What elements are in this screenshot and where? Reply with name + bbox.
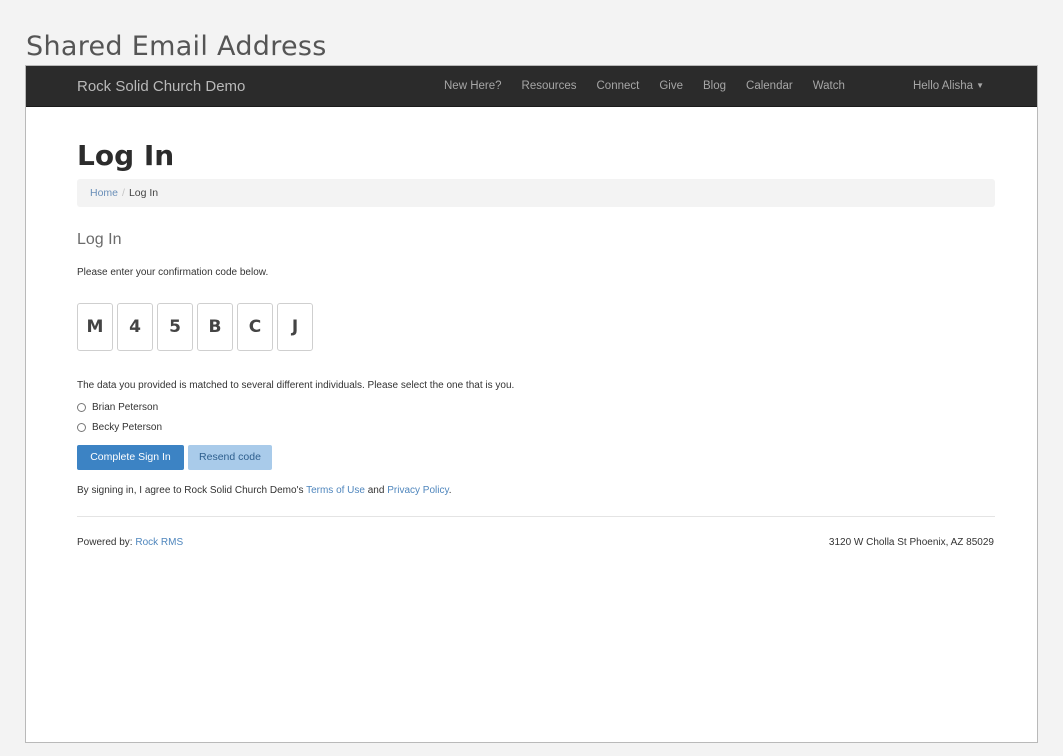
nav-link-resources[interactable]: Resources [522,80,577,92]
code-digit-5[interactable]: C [237,303,273,351]
radio-option-becky[interactable]: Becky Peterson [77,422,162,433]
nav-link-blog[interactable]: Blog [703,80,726,92]
nav-links: New Here? Resources Connect Give Blog Ca… [444,80,865,92]
code-digit-6[interactable]: J [277,303,313,351]
radio-label: Brian Peterson [92,402,159,413]
agreement-prefix: By signing in, I agree to Rock Solid Chu… [77,485,307,496]
browser-frame: Rock Solid Church Demo New Here? Resourc… [25,65,1038,743]
nav-link-new-here[interactable]: New Here? [444,80,502,92]
agreement-text: By signing in, I agree to Rock Solid Chu… [77,485,452,496]
breadcrumb-home-link[interactable]: Home [90,187,118,199]
code-digit-1[interactable]: M [77,303,113,351]
screenshot-caption: Shared Email Address [26,31,327,62]
agreement-and: and [364,485,388,496]
rock-rms-link[interactable]: Rock RMS [135,537,183,548]
terms-of-use-link[interactable]: Terms of Use [306,485,365,496]
breadcrumb-separator: / [122,187,125,199]
complete-sign-in-button[interactable]: Complete Sign In [77,445,184,470]
powered-prefix: Powered by: [77,537,136,548]
privacy-policy-link[interactable]: Privacy Policy [387,485,449,496]
nav-link-give[interactable]: Give [659,80,683,92]
nav-link-connect[interactable]: Connect [597,80,640,92]
footer-divider [77,516,995,517]
footer-address: 3120 W Cholla St Phoenix, AZ 85029 [828,537,994,548]
match-note: The data you provided is matched to seve… [77,380,515,391]
login-heading: Log In [77,231,122,248]
agreement-suffix: . [448,485,452,496]
radio-label: Becky Peterson [92,422,163,433]
confirmation-instructions: Please enter your confirmation code belo… [77,267,269,278]
radio-option-brian[interactable]: Brian Peterson [77,402,158,413]
code-digit-4[interactable]: B [197,303,233,351]
user-menu-label: Hello Alisha [912,80,974,92]
caret-down-icon: ▼ [976,81,984,90]
top-navbar: Rock Solid Church Demo New Here? Resourc… [26,66,1037,107]
powered-by: Powered by: Rock RMS [77,537,183,548]
code-digit-3[interactable]: 5 [157,303,193,351]
brand-link[interactable]: Rock Solid Church Demo [77,78,245,95]
confirmation-code-inputs: M 4 5 B C J [77,303,317,351]
resend-code-button[interactable]: Resend code [188,445,272,470]
radio-button[interactable] [77,403,86,412]
breadcrumb-current: Log In [128,187,159,199]
radio-button[interactable] [77,423,86,432]
code-digit-2[interactable]: 4 [117,303,153,351]
nav-link-calendar[interactable]: Calendar [746,80,793,92]
nav-link-watch[interactable]: Watch [813,80,845,92]
page-title: Log In [77,139,175,172]
breadcrumb: Home / Log In [77,179,995,207]
user-menu[interactable]: Hello Alisha ▼ [913,80,984,92]
